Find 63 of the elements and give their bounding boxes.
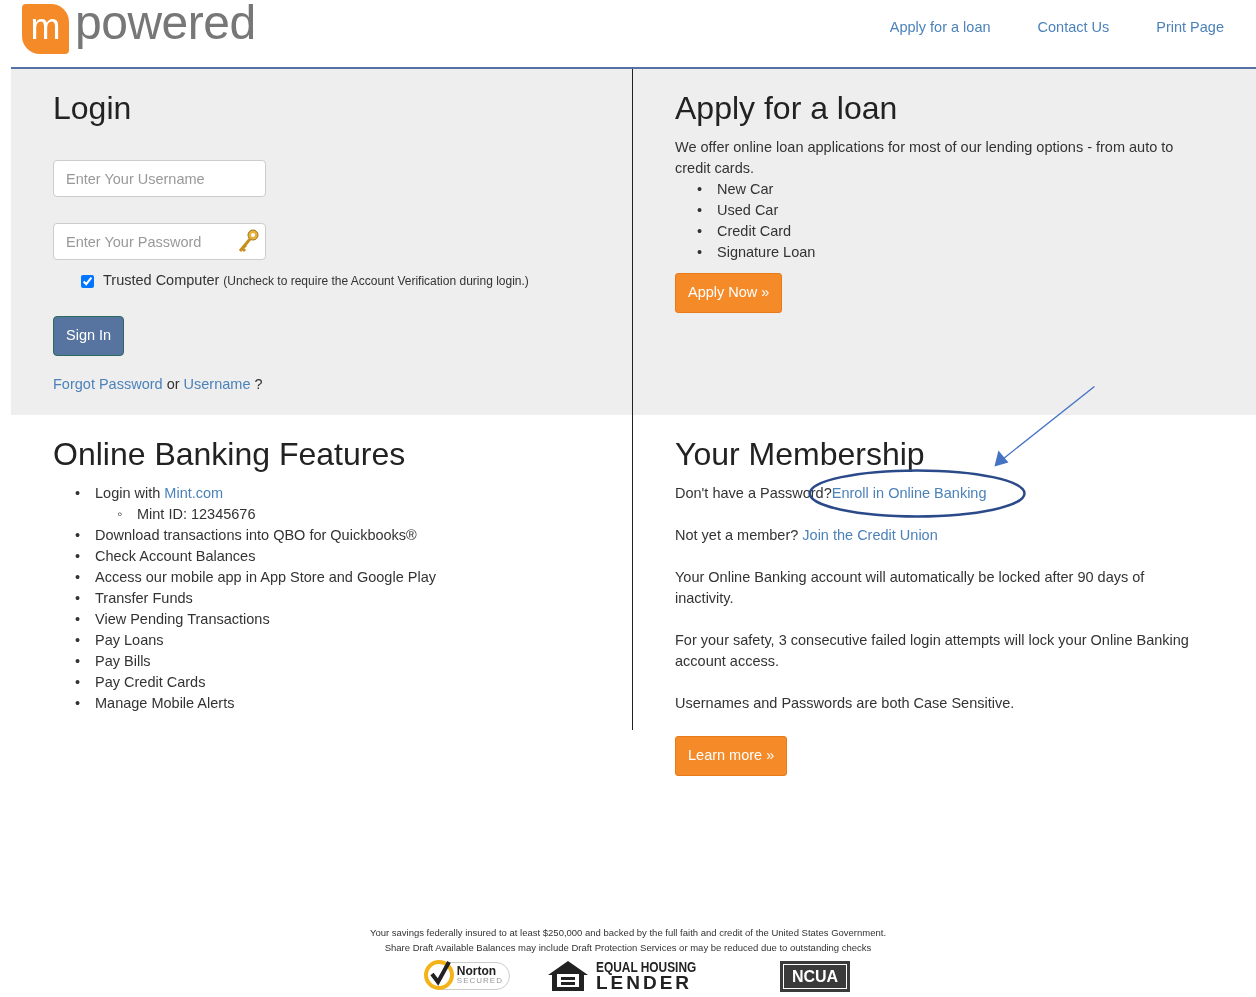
login-title: Login bbox=[53, 89, 133, 128]
membership-title: Your Membership bbox=[675, 435, 926, 474]
equal-housing-badge: EQUAL HOUSING LENDER bbox=[545, 959, 714, 993]
feature-item: Pay Loans bbox=[95, 631, 164, 651]
feature-item: Login with Mint.com bbox=[95, 484, 224, 504]
bullet: • bbox=[75, 673, 82, 693]
question-mark: ? bbox=[253, 375, 263, 392]
apply-now-button[interactable]: Apply Now » bbox=[675, 273, 783, 314]
bullet: • bbox=[75, 526, 82, 546]
feature-item: Transfer Funds bbox=[95, 589, 193, 609]
trusted-checkbox[interactable] bbox=[81, 274, 94, 288]
key-icon bbox=[236, 228, 260, 255]
logo-text: powered bbox=[75, 0, 256, 47]
bullet: • bbox=[697, 180, 704, 200]
nav-link[interactable]: Apply for a loan bbox=[889, 17, 991, 39]
nav-link[interactable]: Print Page bbox=[1156, 17, 1224, 39]
membership-text: For your safety, 3 consecutive failed login attempts will lock your Online Banking account access. bbox=[675, 631, 1190, 672]
bullet: • bbox=[75, 589, 82, 609]
bullet: ◦ bbox=[117, 505, 124, 525]
feature-item: Check Account Balances bbox=[95, 547, 256, 567]
loan-option: Signature Loan bbox=[717, 242, 816, 264]
bullet: • bbox=[75, 547, 82, 567]
bullet: • bbox=[697, 222, 704, 242]
bullet: • bbox=[75, 610, 82, 630]
features-title: Online Banking Features bbox=[53, 435, 407, 474]
ncua-badge: NCUA bbox=[779, 960, 851, 992]
username-field[interactable]: Enter Your Username bbox=[53, 160, 266, 198]
membership-link[interactable]: Join the Credit Union bbox=[802, 527, 938, 544]
or-text: or bbox=[165, 375, 181, 392]
feature-item: Manage Mobile Alerts bbox=[95, 694, 235, 714]
feature-item: Mint ID: 12345676 bbox=[137, 505, 256, 525]
trusted-label: Trusted Computer (Uncheck to require the Account Verification during login.) bbox=[103, 271, 529, 291]
bullet: • bbox=[75, 652, 82, 672]
bullet: • bbox=[75, 631, 82, 651]
feature-item: Access our mobile app in App Store and Google Play bbox=[95, 568, 436, 588]
nav-link[interactable]: Contact Us bbox=[1037, 17, 1110, 39]
loan-option: Used Car bbox=[717, 200, 779, 222]
forgot-password-link[interactable]: Forgot Password bbox=[53, 375, 163, 392]
loan-title: Apply for a loan bbox=[675, 89, 899, 128]
feature-link[interactable]: Mint.com bbox=[164, 485, 224, 502]
bullet: • bbox=[697, 201, 704, 221]
bullet: • bbox=[75, 568, 82, 588]
feature-item: Pay Bills bbox=[95, 652, 151, 672]
bullet: • bbox=[75, 694, 82, 714]
password-field[interactable]: Enter Your Password bbox=[53, 223, 266, 261]
bullet: • bbox=[697, 243, 704, 263]
bullet: • bbox=[75, 484, 82, 504]
feature-item: Download transactions into QBO for Quickbooks® bbox=[95, 526, 417, 546]
feature-item: View Pending Transactions bbox=[95, 610, 270, 630]
learn-more-button[interactable]: Learn more » bbox=[675, 736, 788, 777]
footer-note: Your savings federally insured to at least $250,000 and backed by the full faith and credit of the United States Government. bbox=[368, 926, 888, 940]
footer-note: Share Draft Available Balances may include Draft Protection Services or may be reduced due to outstanding checks bbox=[383, 941, 873, 955]
membership-link[interactable]: Enroll in Online Banking bbox=[831, 485, 987, 502]
membership-text: Not yet a member? Join the Credit Union bbox=[675, 526, 939, 546]
membership-text: Your Online Banking account will automatically be locked after 90 days of inactivity. bbox=[675, 568, 1146, 609]
feature-item: Pay Credit Cards bbox=[95, 673, 206, 693]
loan-intro: We offer online loan applications for most of our lending options - from auto to credit cards. bbox=[675, 138, 1175, 179]
membership-text: Usernames and Passwords are both Case Sensitive. bbox=[675, 694, 1016, 714]
logo-mark: m bbox=[22, 4, 69, 54]
username-link[interactable]: Username bbox=[183, 375, 251, 392]
loan-option: New Car bbox=[717, 179, 774, 201]
sign-in-button[interactable]: Sign In bbox=[53, 316, 125, 356]
loan-option: Credit Card bbox=[717, 221, 792, 243]
